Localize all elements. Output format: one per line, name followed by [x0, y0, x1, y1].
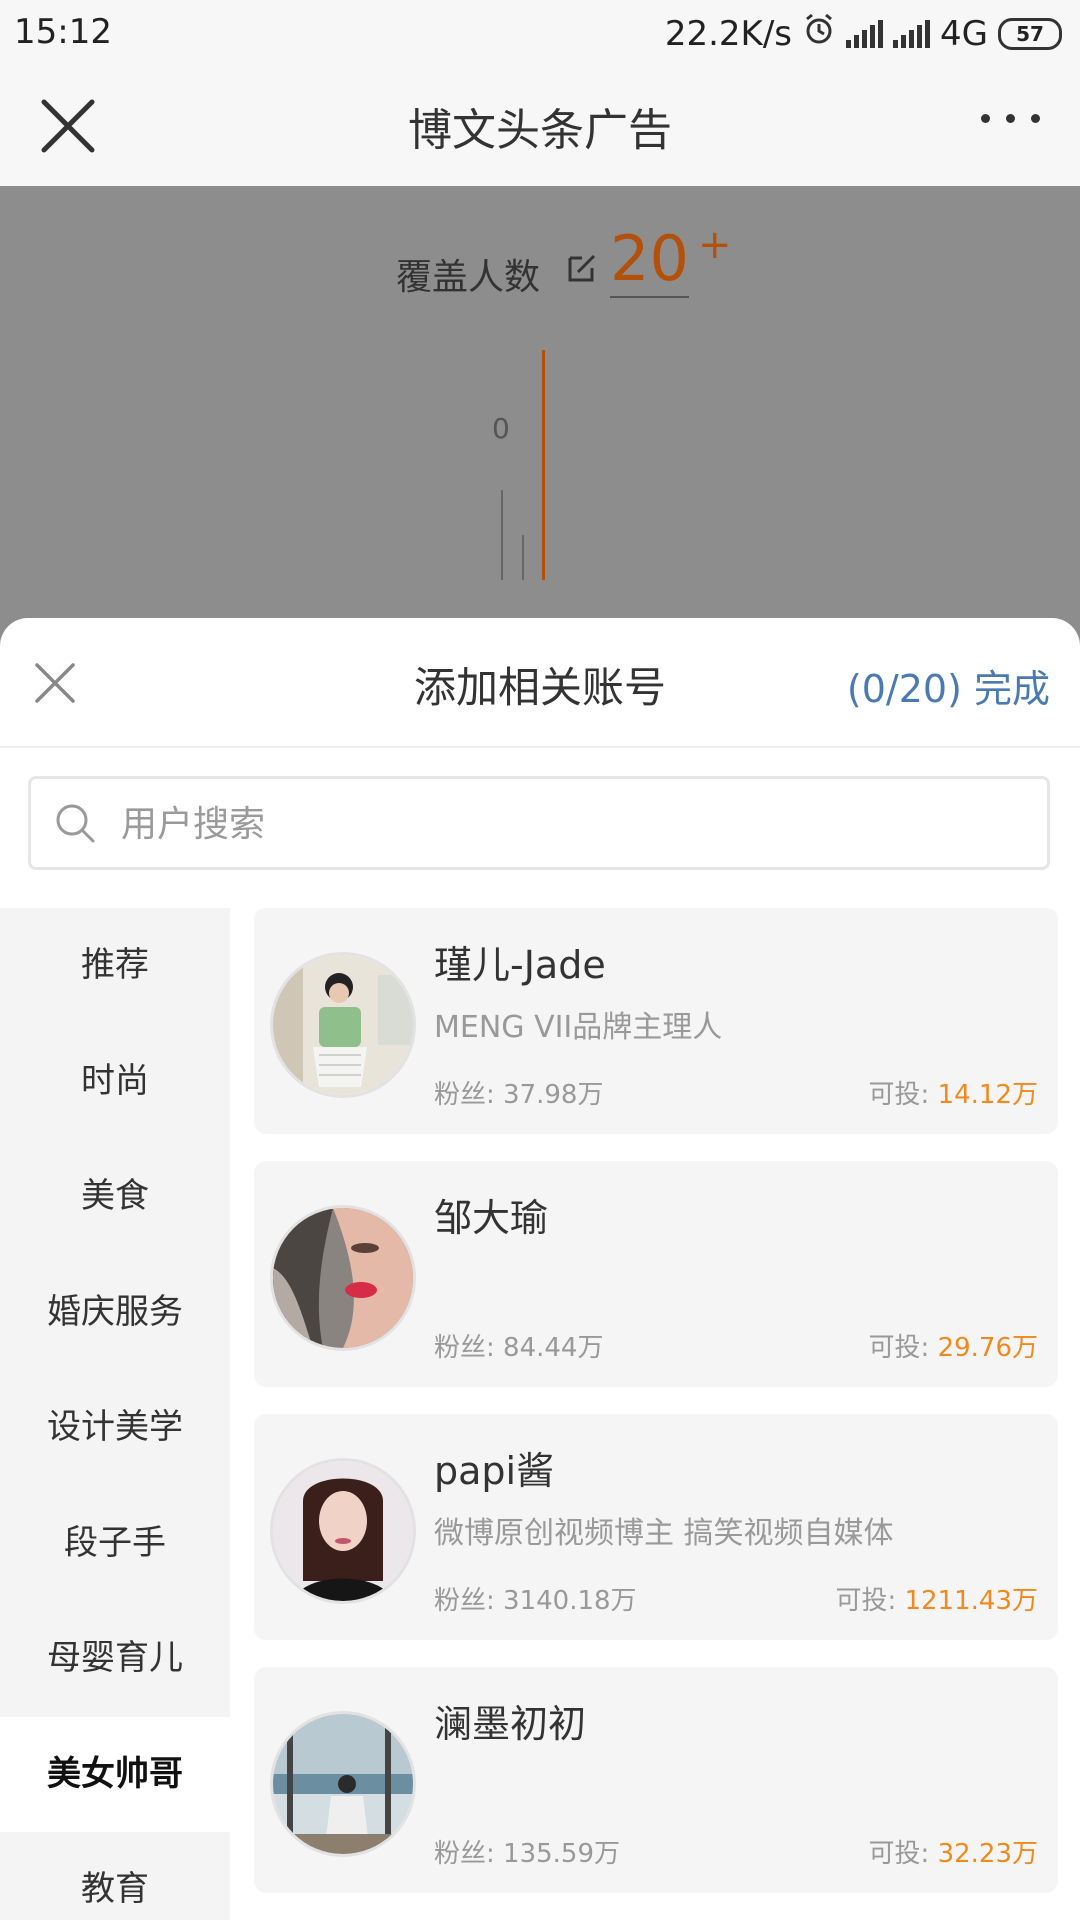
fans-value: 37.98万	[503, 1080, 604, 1110]
avail-label: 可投:	[868, 1333, 930, 1363]
signal-icon-2	[893, 19, 931, 48]
network-type: 4G	[940, 13, 988, 54]
category-item[interactable]: 教育	[0, 1832, 230, 1920]
sheet-header: 添加相关账号 (0/20) 完成	[0, 618, 1080, 748]
avail-label: 可投:	[835, 1586, 897, 1616]
account-name: 邹大瑜	[434, 1196, 549, 1240]
avail-label: 可投:	[868, 1839, 930, 1869]
category-item-active[interactable]: 美女帅哥	[0, 1716, 230, 1832]
avatar	[270, 1205, 416, 1351]
selection-count: (0/20)	[846, 667, 962, 711]
alarm-icon	[802, 12, 836, 55]
category-item[interactable]: 时尚	[0, 1024, 230, 1140]
fans-label: 粉丝:	[434, 1586, 495, 1616]
category-item[interactable]: 段子手	[0, 1486, 230, 1602]
coverage-header: 覆盖人数 20 +	[0, 222, 1080, 308]
add-account-sheet: 添加相关账号 (0/20) 完成 推荐 时尚 美食 婚庆服务 设计美学 段子手 …	[0, 618, 1080, 1920]
battery-icon: 57	[998, 17, 1062, 50]
account-card[interactable]: 澜墨初初 粉丝: 135.59万 可投: 32.23万	[254, 1667, 1058, 1893]
page-title: 博文头条广告	[408, 105, 672, 156]
account-name: papi酱	[434, 1449, 555, 1493]
status-bar: 15:12 22.2K/s 4G 57	[0, 0, 1080, 66]
available-count: 可投: 14.12万	[869, 1074, 1038, 1111]
chart-bar-1	[501, 490, 503, 580]
avatar	[270, 952, 416, 1098]
account-desc: 微博原创视频博主 搞笑视频自媒体	[434, 1516, 894, 1551]
chart-zero-label: 0	[492, 412, 510, 445]
category-item[interactable]: 推荐	[0, 908, 230, 1024]
coverage-label: 覆盖人数	[396, 257, 541, 298]
avail-value: 29.76万	[937, 1333, 1038, 1363]
fans-value: 84.44万	[503, 1333, 604, 1363]
avatar	[270, 1711, 416, 1857]
category-item[interactable]: 美食	[0, 1139, 230, 1255]
fans-label: 粉丝:	[434, 1839, 495, 1869]
fans-label: 粉丝:	[434, 1333, 495, 1363]
account-card[interactable]: papi酱 微博原创视频博主 搞笑视频自媒体 粉丝: 3140.18万 可投: …	[254, 1414, 1058, 1640]
account-name: 澜墨初初	[434, 1702, 587, 1746]
fans-value: 135.59万	[503, 1839, 621, 1869]
search-box[interactable]	[28, 776, 1050, 870]
category-item[interactable]: 婚庆服务	[0, 1255, 230, 1371]
edit-icon[interactable]	[566, 252, 598, 288]
available-count: 可投: 32.23万	[869, 1833, 1038, 1870]
account-card[interactable]: 邹大瑜 粉丝: 84.44万 可投: 29.76万	[254, 1161, 1058, 1387]
avail-value: 1211.43万	[904, 1586, 1038, 1616]
status-time: 15:12	[14, 12, 112, 52]
account-list: 瑾儿-Jade MENG VII品牌主理人 粉丝: 37.98万 可投: 14.…	[254, 908, 1058, 1920]
search-icon	[53, 801, 97, 845]
available-count: 可投: 29.76万	[869, 1327, 1038, 1364]
avail-value: 32.23万	[937, 1839, 1038, 1869]
account-desc: MENG VII品牌主理人	[434, 1010, 723, 1045]
coverage-value[interactable]: 20	[610, 228, 689, 298]
avail-value: 14.12万	[937, 1080, 1038, 1110]
category-item[interactable]: 设计美学	[0, 1370, 230, 1486]
fans-count: 粉丝: 84.44万	[434, 1327, 603, 1364]
search-input[interactable]	[119, 779, 1003, 869]
fans-value: 3140.18万	[503, 1586, 637, 1616]
chart-bar-2	[522, 535, 524, 580]
available-count: 可投: 1211.43万	[835, 1580, 1038, 1617]
status-indicators: 22.2K/s 4G 57	[665, 12, 1062, 55]
fans-count: 粉丝: 3140.18万	[434, 1580, 637, 1617]
category-sidebar: 推荐 时尚 美食 婚庆服务 设计美学 段子手 母婴育儿 美女帅哥 教育	[0, 908, 230, 1920]
fans-count: 粉丝: 135.59万	[434, 1833, 620, 1870]
category-item[interactable]: 母婴育儿	[0, 1601, 230, 1717]
fans-label: 粉丝:	[434, 1080, 495, 1110]
signal-icon	[846, 19, 884, 48]
done-button[interactable]: (0/20) 完成	[847, 658, 1050, 713]
more-menu-icon[interactable]	[981, 114, 1040, 123]
app-header: 博文头条广告	[0, 66, 1080, 186]
account-card[interactable]: 瑾儿-Jade MENG VII品牌主理人 粉丝: 37.98万 可投: 14.…	[254, 908, 1058, 1134]
account-name: 瑾儿-Jade	[434, 943, 606, 987]
chart-bar-3	[542, 350, 545, 580]
net-speed: 22.2K/s	[664, 13, 793, 54]
done-label: 完成	[973, 667, 1050, 711]
coverage-plus: +	[698, 222, 732, 268]
fans-count: 粉丝: 37.98万	[434, 1074, 603, 1111]
avatar	[270, 1458, 416, 1604]
avail-label: 可投:	[868, 1080, 930, 1110]
